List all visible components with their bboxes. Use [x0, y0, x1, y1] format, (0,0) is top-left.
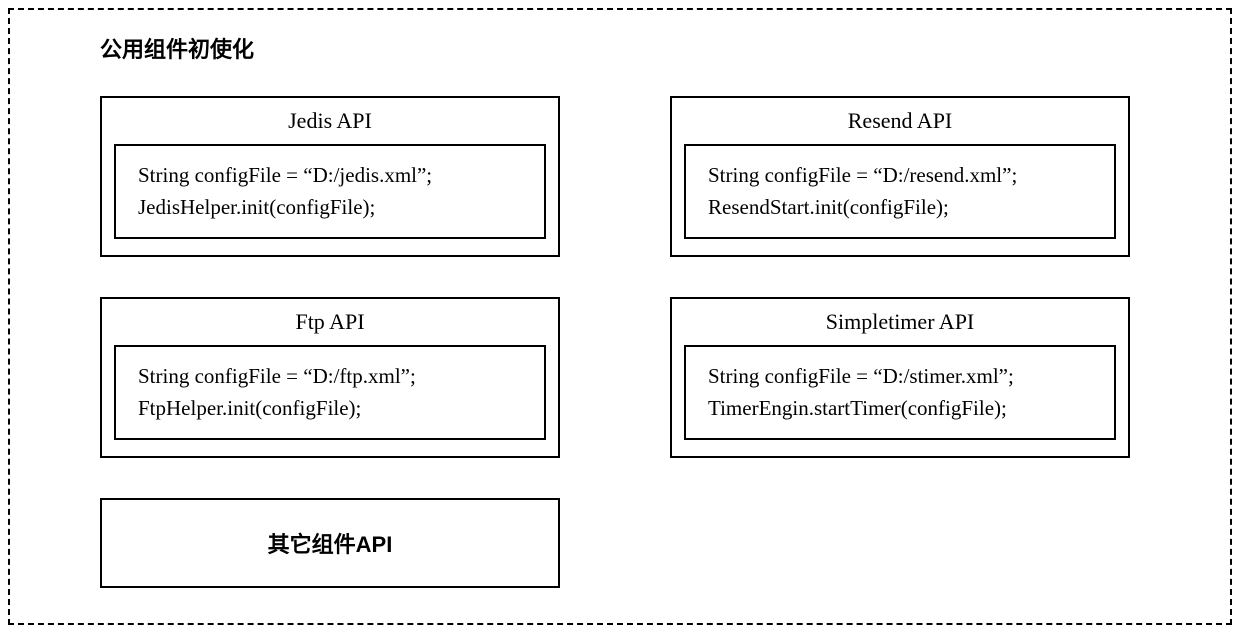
api-title: Jedis API — [114, 108, 546, 134]
api-box-other: 其它组件API — [100, 498, 560, 588]
api-grid: Jedis API String configFile = “D:/jedis.… — [100, 96, 1160, 588]
api-box-simpletimer: Simpletimer API String configFile = “D:/… — [670, 297, 1130, 458]
code-box: String configFile = “D:/jedis.xml”; Jedi… — [114, 144, 546, 239]
api-title: Resend API — [684, 108, 1116, 134]
code-box: String configFile = “D:/resend.xml”; Res… — [684, 144, 1116, 239]
api-title: Ftp API — [114, 309, 546, 335]
api-title: Simpletimer API — [684, 309, 1116, 335]
diagram-container: 公用组件初使化 Jedis API String configFile = “D… — [8, 8, 1232, 625]
api-box-jedis: Jedis API String configFile = “D:/jedis.… — [100, 96, 560, 257]
code-box: String configFile = “D:/stimer.xml”; Tim… — [684, 345, 1116, 440]
code-box: String configFile = “D:/ftp.xml”; FtpHel… — [114, 345, 546, 440]
other-label: 其它组件API — [268, 527, 393, 559]
diagram-title: 公用组件初使化 — [100, 32, 1160, 64]
api-box-resend: Resend API String configFile = “D:/resen… — [670, 96, 1130, 257]
api-box-ftp: Ftp API String configFile = “D:/ftp.xml”… — [100, 297, 560, 458]
